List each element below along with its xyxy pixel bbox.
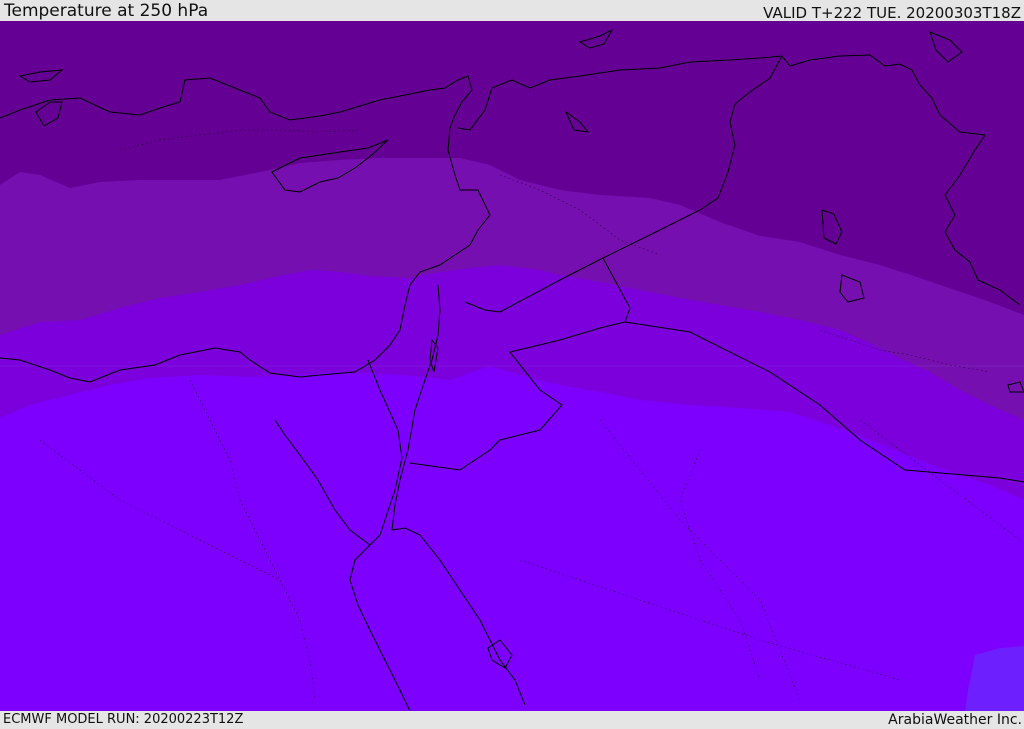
valid-time: VALID T+222 TUE. 20200303T18Z bbox=[763, 4, 1021, 22]
credit-text: ArabiaWeather Inc. bbox=[888, 712, 1022, 728]
temperature-map bbox=[0, 21, 1024, 711]
header-bar: Temperature at 250 hPa VALID T+222 TUE. … bbox=[0, 0, 1024, 21]
model-run: ECMWF MODEL RUN: 20200223T12Z bbox=[3, 712, 244, 727]
map-title: Temperature at 250 hPa bbox=[4, 1, 209, 21]
footer-bar: ECMWF MODEL RUN: 20200223T12Z ArabiaWeat… bbox=[0, 711, 1024, 729]
